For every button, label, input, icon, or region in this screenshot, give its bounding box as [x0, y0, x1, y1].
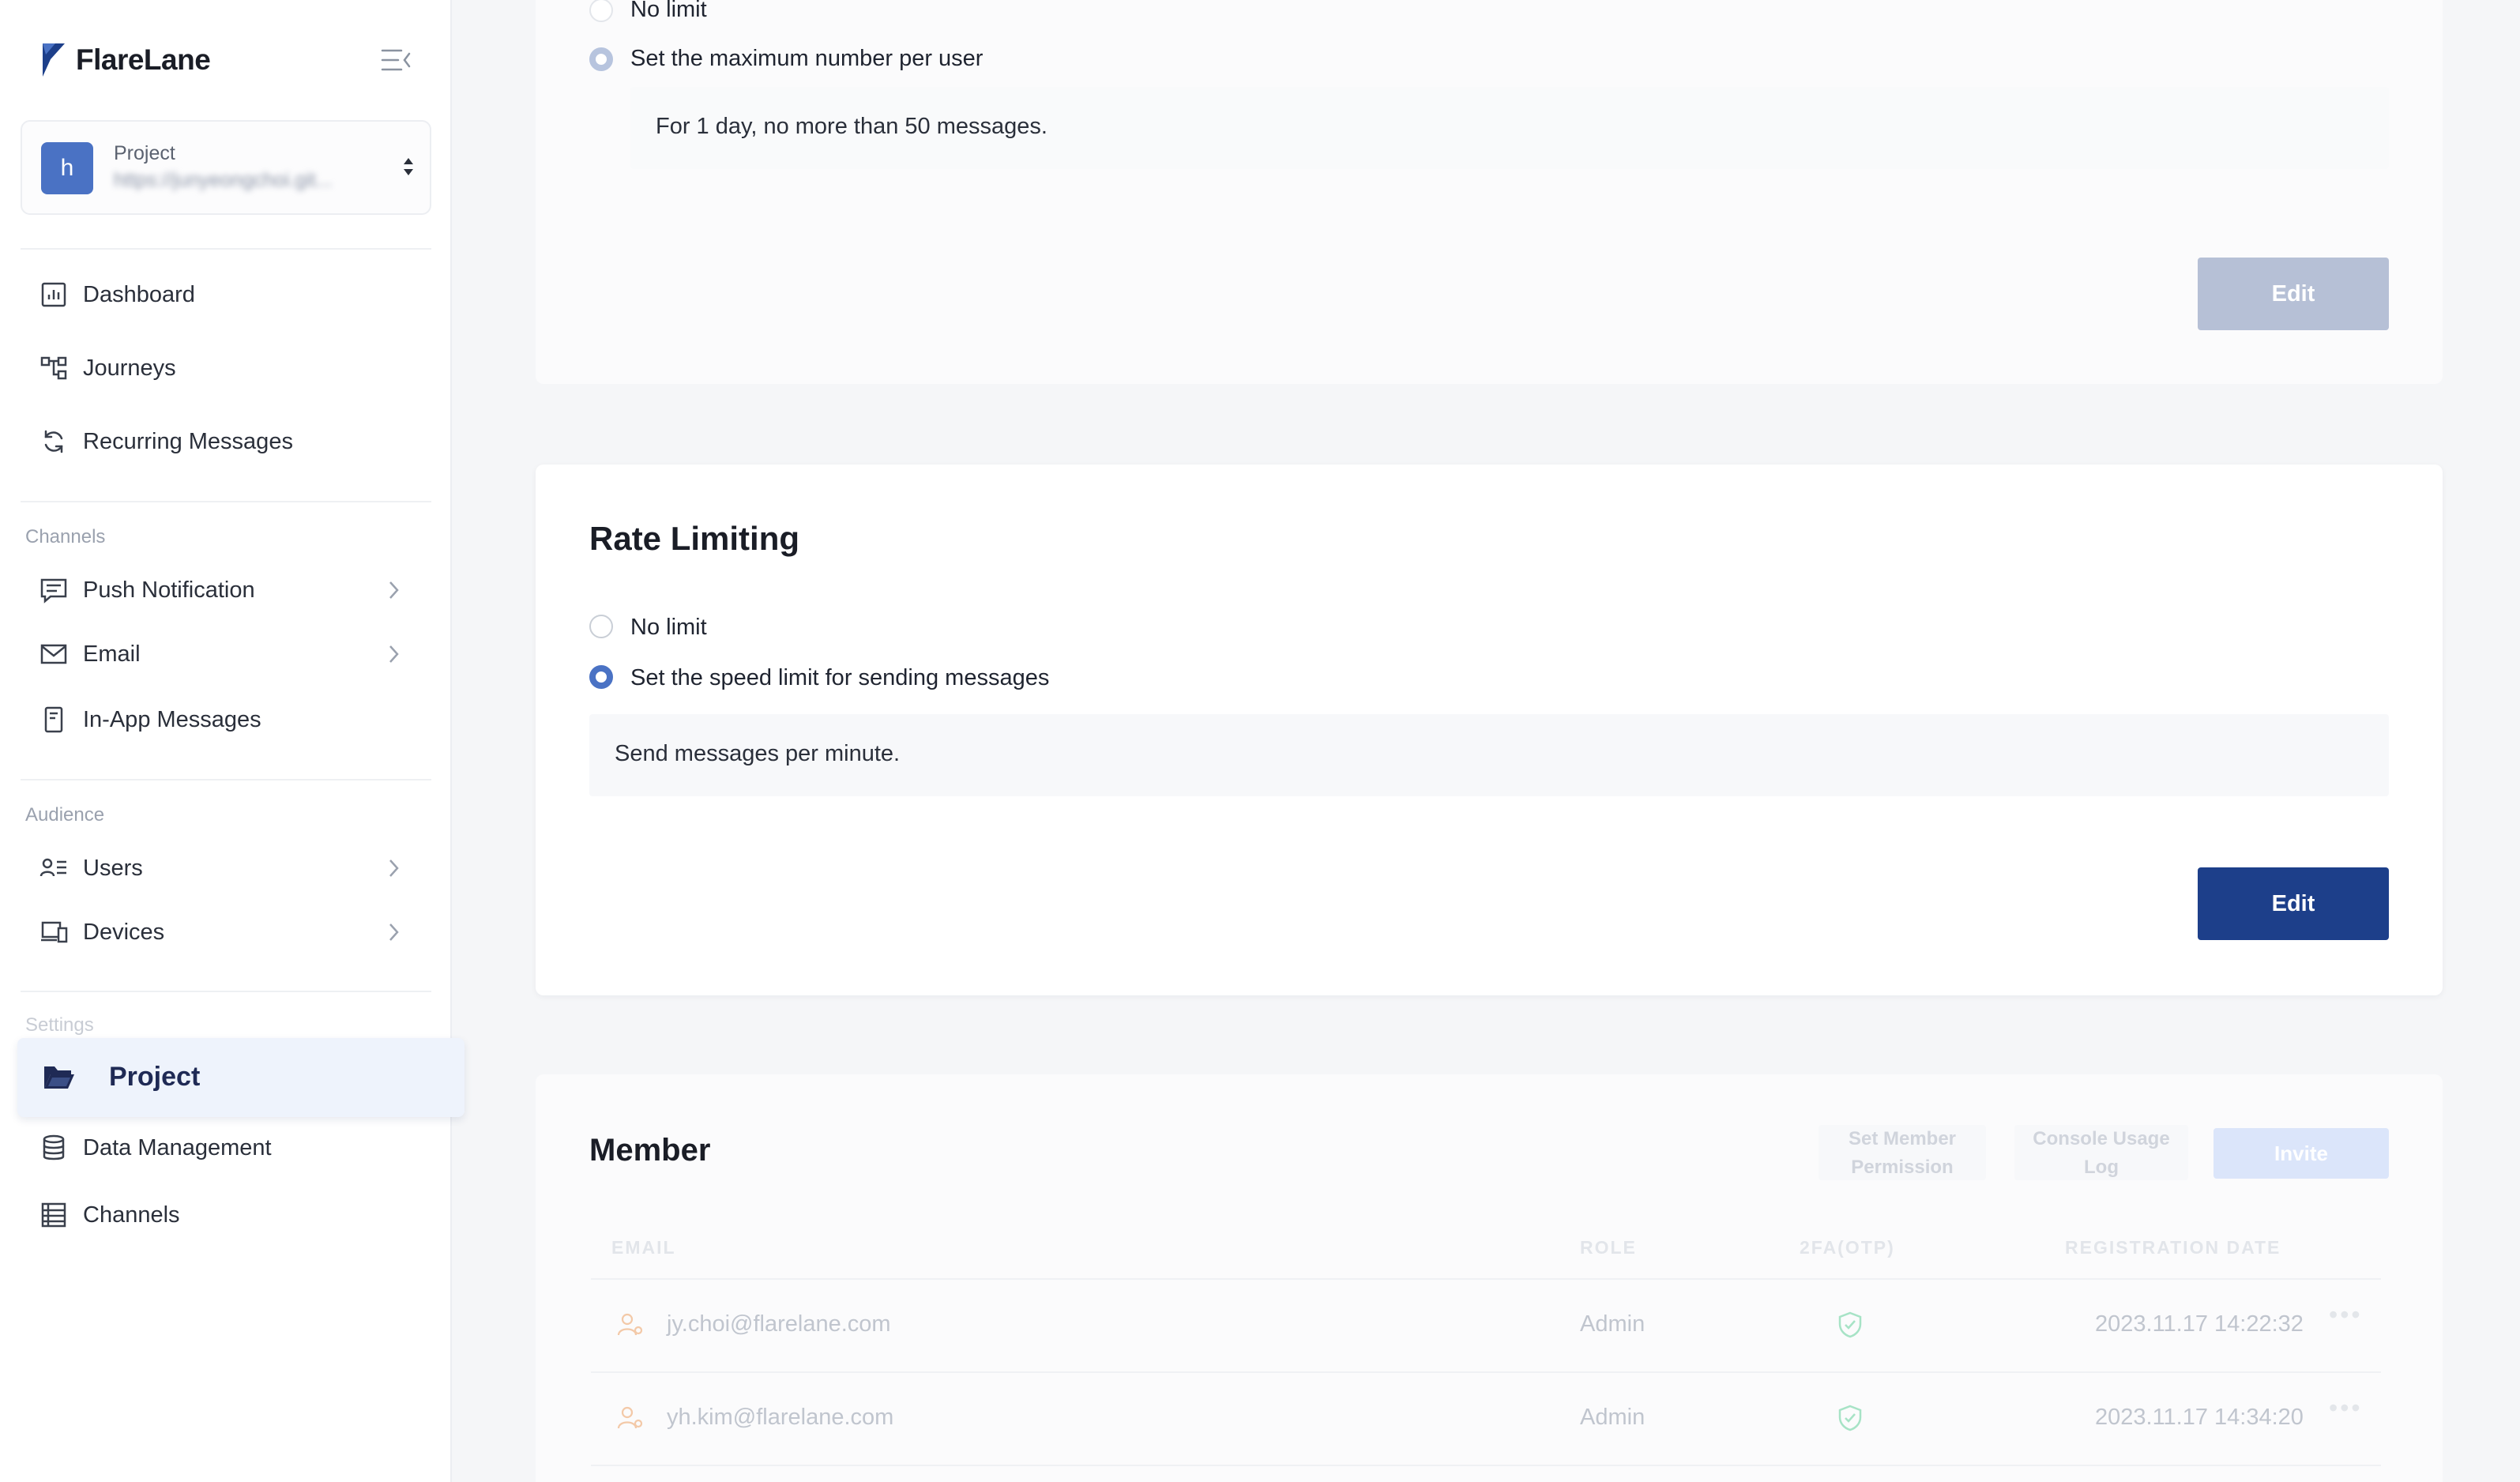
- nav-dashboard[interactable]: Dashboard: [21, 269, 431, 321]
- nav-channels-settings[interactable]: Channels: [21, 1189, 431, 1241]
- section-heading-settings: Settings: [25, 1014, 94, 1036]
- column-header-role: ROLE: [1580, 1237, 1637, 1258]
- option-label: Set the maximum number per user: [630, 46, 984, 71]
- chevron-right-icon: [389, 645, 399, 663]
- nav-push-notification[interactable]: Push Notification: [21, 564, 431, 616]
- phone-icon: [44, 706, 63, 733]
- radio-speed-limit[interactable]: [589, 665, 613, 689]
- rate-info-box: Send messages per minute.: [589, 714, 2389, 796]
- nav-label: Users: [83, 855, 143, 881]
- nav-users[interactable]: Users: [21, 842, 431, 894]
- invite-button[interactable]: Invite: [2213, 1128, 2389, 1179]
- radio-max-per-user[interactable]: [589, 47, 613, 71]
- rate-limiting-title: Rate Limiting: [589, 520, 800, 557]
- project-url: https://junyeongchoi.git...: [114, 169, 333, 191]
- option-label: No limit: [630, 0, 707, 22]
- nav-journeys[interactable]: Journeys: [21, 342, 431, 394]
- divider: [21, 248, 431, 250]
- row-divider: [591, 1278, 2381, 1280]
- nav-project[interactable]: Project: [17, 1038, 465, 1117]
- more-options-icon[interactable]: •••: [2329, 1300, 2363, 1330]
- rate-info-text: Send messages per minute.: [615, 741, 901, 766]
- divider: [21, 779, 431, 780]
- more-options-icon[interactable]: •••: [2329, 1394, 2363, 1423]
- nav-data-management[interactable]: Data Management: [21, 1122, 431, 1174]
- radio-no-limit[interactable]: [589, 615, 613, 638]
- message-icon: [40, 578, 67, 604]
- nav-label: Push Notification: [83, 577, 255, 603]
- project-label: Project: [114, 142, 175, 164]
- nav-label: Email: [83, 641, 141, 667]
- flarelane-logo-icon: [43, 43, 65, 77]
- frequency-info-text: For 1 day, no more than 50 messages.: [656, 114, 1047, 139]
- column-header-email: EMAIL: [611, 1237, 676, 1258]
- option-label: Set the speed limit for sending messages: [630, 665, 1050, 690]
- chevron-right-icon: [389, 859, 399, 877]
- nav-label: Dashboard: [83, 281, 195, 307]
- frequency-info-box: For 1 day, no more than 50 messages.: [630, 87, 2389, 169]
- divider: [21, 991, 431, 992]
- devices-icon: [41, 921, 68, 943]
- frequency-capping-card: No limit Set the maximum number per user…: [536, 0, 2443, 384]
- project-avatar: h: [41, 142, 93, 194]
- member-email: yh.kim@flarelane.com: [667, 1405, 894, 1430]
- nav-devices[interactable]: Devices: [21, 906, 431, 958]
- frequency-edit-button[interactable]: Edit: [2198, 258, 2389, 330]
- sidebar: FlareLane h Project https://junyeongchoi…: [0, 0, 465, 1482]
- nav-in-app-messages[interactable]: In-App Messages: [21, 694, 431, 746]
- refresh-icon: [44, 430, 63, 453]
- chevron-right-icon: [389, 923, 399, 941]
- chevron-right-icon: [389, 581, 399, 599]
- console-usage-log-button[interactable]: Console Usage Log: [2014, 1125, 2188, 1180]
- flow-icon: [40, 356, 67, 380]
- app-name: FlareLane: [76, 43, 211, 76]
- nav-label: Recurring Messages: [83, 428, 293, 454]
- nav-label: Devices: [83, 919, 165, 945]
- updown-chevron-icon: [404, 158, 413, 175]
- radio-no-limit[interactable]: [589, 0, 613, 22]
- folder-icon: [44, 1066, 74, 1089]
- rate-edit-button[interactable]: Edit: [2198, 867, 2389, 940]
- collapse-sidebar-icon[interactable]: [381, 47, 412, 73]
- chart-icon: [41, 282, 66, 307]
- nav-label: Journeys: [83, 355, 176, 381]
- member-title: Member: [589, 1133, 711, 1168]
- table-icon: [41, 1202, 66, 1228]
- shield-check-icon: [1838, 1405, 1862, 1431]
- member-role: Admin: [1580, 1311, 1646, 1337]
- section-heading-audience: Audience: [25, 804, 105, 826]
- option-label: No limit: [630, 615, 707, 640]
- row-divider: [591, 1371, 2381, 1373]
- nav-label: Channels: [83, 1202, 180, 1228]
- column-header-registration-date: REGISTRATION DATE: [2065, 1237, 2281, 1258]
- member-registration-date: 2023.11.17 14:34:20: [2095, 1405, 2304, 1430]
- user-icon: [617, 1313, 643, 1336]
- column-header-2fa: 2FA(OTP): [1800, 1237, 1895, 1258]
- rate-limiting-card: Rate Limiting No limit Set the speed lim…: [536, 465, 2443, 995]
- nav-recurring-messages[interactable]: Recurring Messages: [21, 416, 431, 468]
- mail-icon: [40, 644, 67, 664]
- divider: [21, 501, 431, 502]
- member-registration-date: 2023.11.17 14:22:32: [2095, 1311, 2304, 1337]
- users-icon: [39, 858, 66, 877]
- project-switcher[interactable]: h Project https://junyeongchoi.git...: [21, 120, 431, 215]
- nav-email[interactable]: Email: [21, 628, 431, 680]
- set-member-permission-button[interactable]: Set Member Permission: [1819, 1125, 1986, 1180]
- member-role: Admin: [1580, 1405, 1646, 1430]
- logo[interactable]: FlareLane: [41, 41, 211, 79]
- member-email: jy.choi@flarelane.com: [667, 1311, 891, 1337]
- shield-check-icon: [1838, 1311, 1862, 1338]
- nav-label: Data Management: [83, 1134, 272, 1160]
- nav-label: Project: [109, 1062, 201, 1092]
- row-divider: [591, 1465, 2381, 1466]
- database-icon: [43, 1134, 65, 1160]
- nav-label: In-App Messages: [83, 706, 261, 732]
- section-heading-channels: Channels: [25, 526, 106, 547]
- user-icon: [617, 1406, 643, 1429]
